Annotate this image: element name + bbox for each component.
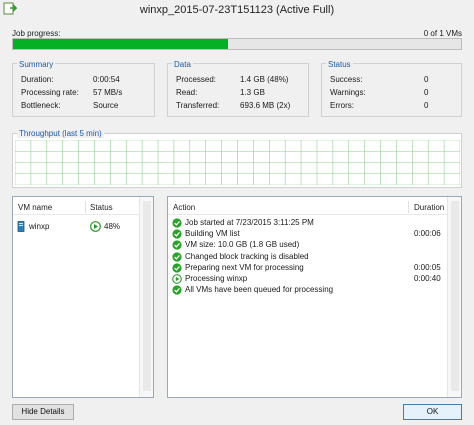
action-text: Processing winxp	[185, 274, 248, 283]
read-label: Read:	[176, 88, 198, 97]
bottleneck-value: Source	[93, 101, 119, 110]
bottleneck-label: Bottleneck:	[21, 101, 61, 110]
action-column-header[interactable]: Action	[173, 203, 195, 212]
warnings-label: Warnings:	[330, 88, 366, 97]
success-icon	[172, 251, 182, 262]
duration-label: Duration:	[21, 75, 54, 84]
data-panel: Data Processed: 1.4 GB (48%) Read: 1.3 G…	[167, 60, 309, 117]
action-text: Preparing next VM for processing	[185, 262, 304, 272]
job-progress-count: 0 of 1 VMs	[423, 29, 462, 38]
duration-column-header[interactable]: Duration	[414, 203, 444, 212]
app-icon	[3, 2, 17, 15]
processing-rate-label: Processing rate:	[21, 88, 79, 97]
success-icon	[172, 229, 182, 239]
ok-button[interactable]: OK	[403, 404, 462, 420]
action-duration: 0:00:05	[414, 262, 441, 272]
duration-value: 0:00:54	[93, 75, 120, 84]
hide-details-button[interactable]: Hide Details	[12, 404, 74, 420]
processed-label: Processed:	[176, 75, 217, 84]
success-icon	[172, 285, 182, 295]
header-divider	[13, 214, 153, 215]
action-text: VM size: 10.0 GB (1.8 GB used)	[185, 240, 300, 250]
transferred-value: 693.6 MB (2x)	[240, 101, 291, 110]
throughput-panel: Throughput (last 5 min)	[12, 129, 462, 188]
success-icon	[172, 263, 182, 273]
errors-label: Errors:	[330, 101, 354, 110]
action-text: Building VM list	[185, 229, 240, 239]
column-divider	[408, 201, 409, 213]
window-title: winxp_2015-07-23T151123 (Active Full)	[139, 4, 335, 16]
success-icon	[172, 218, 182, 228]
title-bar: winxp_2015-07-23T151123 (Active Full)	[0, 0, 474, 20]
job-progress-label: Job progress:	[12, 29, 61, 38]
errors-value: 0	[424, 101, 429, 110]
processing-rate-value: 57 MB/s	[93, 88, 123, 97]
vm-name: winxp	[29, 222, 50, 231]
job-progress-bar	[12, 38, 462, 50]
transferred-label: Transferred:	[176, 101, 220, 110]
throughput-graph	[15, 140, 460, 185]
action-text: Changed block tracking is disabled	[185, 251, 309, 261]
action-text: All VMs have been queued for processing	[185, 285, 334, 295]
running-icon	[90, 221, 101, 232]
scrollbar-thumb[interactable]	[451, 201, 459, 391]
action-duration: 0:00:06	[414, 229, 441, 239]
column-divider	[85, 201, 86, 213]
scrollbar-thumb[interactable]	[143, 201, 151, 391]
success-label: Success:	[330, 75, 363, 84]
action-log-scrollbar[interactable]	[447, 197, 461, 397]
throughput-title: Throughput (last 5 min)	[17, 129, 104, 138]
header-divider	[168, 214, 461, 215]
status-title: Status	[326, 60, 353, 69]
vm-row[interactable]: winxp 48%	[17, 221, 137, 233]
summary-panel: Summary Duration: 0:00:54 Processing rat…	[12, 60, 155, 117]
action-text: Job started at 7/23/2015 3:11:25 PM	[185, 218, 314, 227]
running-icon	[172, 274, 182, 284]
status-panel: Status Success: 0 Warnings: 0 Errors: 0	[321, 60, 462, 117]
vm-server-icon	[17, 221, 25, 232]
action-log[interactable]: Action Duration Job started at 7/23/2015…	[167, 196, 462, 398]
data-title: Data	[172, 60, 193, 69]
vm-status: 48%	[104, 222, 121, 231]
job-progress-fill	[13, 39, 229, 49]
read-value: 1.3 GB	[240, 88, 265, 97]
success-icon	[172, 240, 182, 250]
action-duration: 0:00:40	[414, 274, 441, 283]
warnings-value: 0	[424, 88, 429, 97]
vm-list[interactable]: VM name Status winxp 48%	[12, 196, 154, 398]
vm-status-column-header[interactable]: Status	[90, 203, 113, 212]
vm-list-scrollbar[interactable]	[139, 197, 153, 397]
success-value: 0	[424, 75, 429, 84]
summary-title: Summary	[17, 60, 56, 69]
vm-name-column-header[interactable]: VM name	[18, 203, 52, 212]
processed-value: 1.4 GB (48%)	[240, 75, 289, 84]
